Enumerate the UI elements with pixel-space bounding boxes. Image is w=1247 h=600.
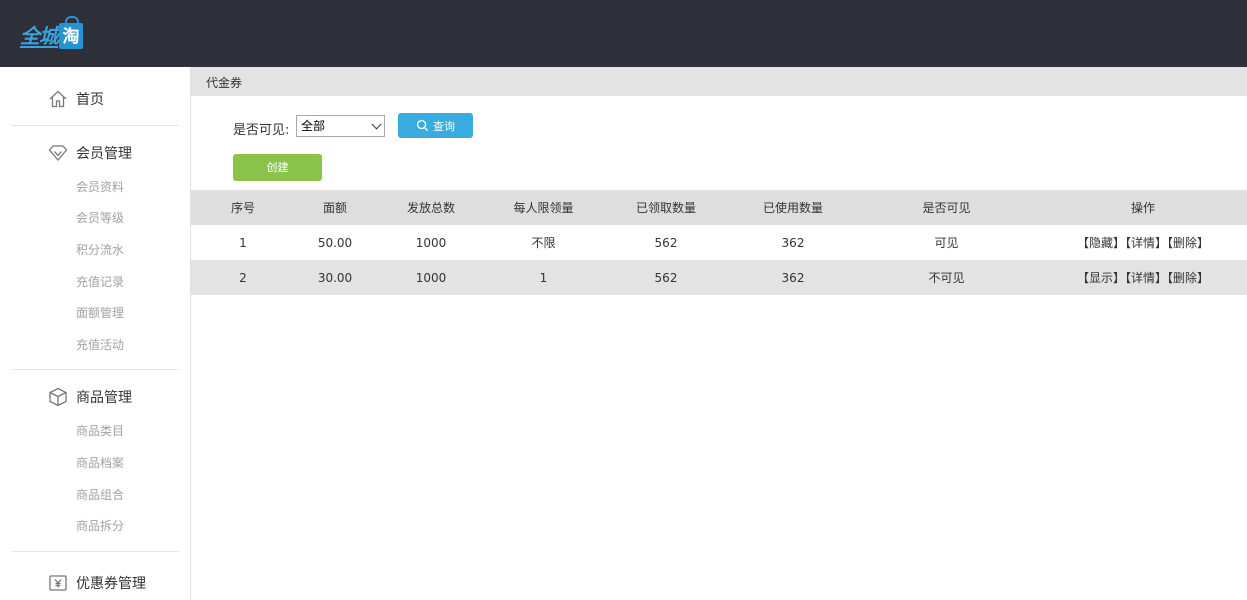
cell-used: 362 [732,260,854,295]
main-content: 代金券 是否可见: 全部 查询 创建 序号 面额 发放总数 每人限领量 已领取数… [191,67,1247,600]
divider [12,551,179,552]
cell-amount: 50.00 [317,235,353,250]
detail-link[interactable]: 【详情】 [1125,271,1167,285]
detail-link[interactable]: 【详情】 [1125,236,1167,250]
sidebar-subitem-recharge-records[interactable]: 充值记录 [76,273,124,290]
search-icon [416,119,429,132]
header-amount: 面额 [295,190,375,225]
sidebar-subitem-member-level[interactable]: 会员等级 [76,209,124,226]
cell-received: 562 [600,260,732,295]
header-used: 已使用数量 [732,190,854,225]
query-button[interactable]: 查询 [398,113,473,138]
sidebar-subitem-goods-combo[interactable]: 商品组合 [76,486,124,503]
sidebar-item-label: 会员管理 [76,146,132,162]
header-limit: 每人限领量 [487,190,600,225]
sidebar-subitem-goods-split[interactable]: 商品拆分 [76,517,124,534]
sidebar-subitem-points-flow[interactable]: 积分流水 [76,241,124,258]
sidebar-subitem-denomination[interactable]: 面额管理 [76,304,124,321]
sidebar-subitem-goods-category[interactable]: 商品类目 [76,422,124,439]
visibility-select[interactable]: 全部 [296,115,385,137]
divider [12,369,179,370]
cell-amount: 30.00 [295,260,375,295]
sidebar-item-label: 首页 [76,92,104,108]
divider [12,125,179,126]
cell-limit: 不限 [531,236,556,250]
header-actions: 操作 [1039,190,1247,225]
cell-visible: 不可见 [854,260,1039,295]
sidebar-item-label: 商品管理 [76,390,132,406]
cell-visible: 可见 [934,236,959,250]
sidebar-item-home[interactable]: 首页 [48,88,104,110]
cell-limit: 1 [487,260,600,295]
header-no: 序号 [191,190,295,225]
sidebar-item-label: 优惠券管理 [76,576,146,592]
shopping-bag-icon: 淘 [59,16,83,49]
sidebar-item-coupon[interactable]: 优惠券管理 [48,572,146,594]
home-icon [49,90,67,108]
query-button-label: 查询 [433,119,455,133]
header-visible: 是否可见 [854,190,1039,225]
coupon-icon [49,575,67,591]
show-link[interactable]: 【显示】 [1077,271,1125,285]
diamond-icon [48,145,68,162]
sidebar-subitem-goods-archive[interactable]: 商品档案 [76,454,124,471]
table-header-row: 序号 面额 发放总数 每人限领量 已领取数量 已使用数量 是否可见 操作 [191,190,1247,225]
sidebar-subitem-recharge-activity[interactable]: 充值活动 [76,336,124,353]
cell-total: 1000 [375,260,487,295]
delete-link[interactable]: 【删除】 [1167,271,1209,285]
sidebar: 首页 会员管理 会员资料 会员等级 积分流水 充值记录 面额管理 充值活动 商品… [0,67,191,600]
cell-used: 362 [781,235,805,250]
cell-actions: 【显示】【详情】【删除】 [1039,260,1247,295]
visibility-filter-label: 是否可见: [233,123,290,138]
sidebar-subitem-member-profile[interactable]: 会员资料 [76,178,124,195]
cell-actions: 【隐藏】【详情】【删除】 [1039,225,1247,260]
cell-no: 2 [191,260,295,295]
logo[interactable]: 全城 淘 [20,16,83,51]
box-icon [49,387,67,407]
header-total: 发放总数 [375,190,487,225]
chevron-down-icon [371,119,382,130]
sidebar-item-goods[interactable]: 商品管理 [48,386,132,408]
cell-received: 562 [654,235,678,250]
create-button[interactable]: 创建 [233,154,322,181]
coupon-table: 序号 面额 发放总数 每人限领量 已领取数量 已使用数量 是否可见 操作 1 5… [191,190,1247,295]
table-row: 1 50.00 1000 不限 562 362 可见 【隐藏】【详情】【删除】 [191,225,1247,260]
hide-link[interactable]: 【隐藏】 [1077,236,1125,250]
cell-no: 1 [239,235,247,250]
sidebar-item-member[interactable]: 会员管理 [48,142,132,164]
visibility-select-value: 全部 [301,119,326,133]
table-row: 2 30.00 1000 1 562 362 不可见 【显示】【详情】【删除】 [191,260,1247,295]
cell-total: 1000 [415,235,447,250]
header-received: 已领取数量 [600,190,732,225]
delete-link[interactable]: 【删除】 [1167,236,1209,250]
breadcrumb: 代金券 [191,67,1247,96]
logo-text: 全城 [20,23,59,48]
top-bar: 全城 淘 [0,0,1247,67]
